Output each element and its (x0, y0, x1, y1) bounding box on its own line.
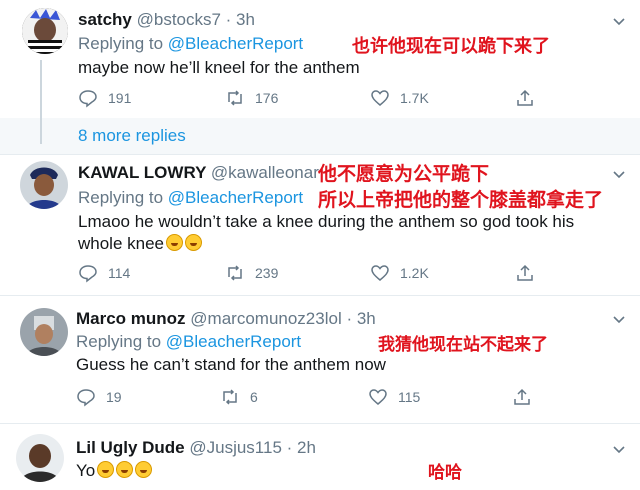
like-icon (369, 389, 387, 405)
avatar[interactable] (20, 308, 68, 356)
share-icon (514, 388, 530, 405)
like-button[interactable]: 1.7K (370, 88, 429, 108)
author-handle[interactable]: @Jusjus115 · 2h (189, 438, 316, 457)
author-handle[interactable]: @bstocks7 · 3h (137, 10, 255, 29)
share-button[interactable] (515, 88, 545, 108)
author-name[interactable]: satchy @bstocks7 · 3h (78, 10, 255, 30)
reply-button[interactable]: 114 (78, 263, 130, 283)
thread-line (40, 60, 42, 144)
tweet-kawal[interactable]: KAWAL LOWRY @kawalleonar 他不愿意为公平跪下 Reply… (0, 155, 640, 295)
more-replies-link[interactable]: 8 more replies (78, 126, 186, 146)
share-icon (517, 264, 533, 281)
reply-icon (79, 265, 97, 283)
mention-link[interactable]: @BleacherReport (168, 34, 303, 53)
avatar[interactable] (22, 8, 68, 54)
share-button[interactable] (512, 387, 542, 407)
tweet-satchy[interactable]: satchy @bstocks7 · 3h Replying to @Bleac… (0, 0, 640, 118)
like-button[interactable]: 1.2K (370, 263, 429, 283)
replying-to: Replying to @BleacherReport (78, 188, 304, 207)
annotation: 我猜他现在站不起来了 (378, 335, 548, 355)
annotation: 也许他现在可以跪下来了 (352, 36, 550, 57)
chevron-down-icon[interactable] (612, 442, 626, 456)
author-name[interactable]: Lil Ugly Dude @Jusjus115 · 2h (76, 438, 316, 458)
retweet-icon (228, 90, 242, 106)
author-name[interactable]: KAWAL LOWRY @kawalleonar (78, 163, 319, 183)
like-button[interactable]: 115 (368, 387, 420, 407)
joy-emoji (135, 461, 153, 478)
mention-link[interactable]: @BleacherReport (166, 332, 301, 351)
like-icon (371, 265, 389, 281)
tweet-text: Guess he can’t stand for the anthem now (76, 355, 386, 374)
avatar[interactable] (16, 434, 64, 482)
author-name[interactable]: Marco munoz @marcomunoz23lol · 3h (76, 309, 376, 329)
annotation: 他不愿意为公平跪下 (318, 163, 490, 185)
annotation: 所以上帝把他的整个膝盖都拿走了 (318, 189, 604, 211)
retweet-icon (223, 389, 237, 405)
joy-emoji (116, 461, 134, 478)
mention-link[interactable]: @BleacherReport (168, 188, 303, 207)
chevron-down-icon[interactable] (612, 14, 626, 28)
retweet-button[interactable]: 176 (225, 88, 278, 108)
tweet-text: Yo (76, 460, 153, 482)
tweet-marco[interactable]: Marco munoz @marcomunoz23lol · 3h Replyi… (0, 296, 640, 420)
tweet-text: Lmaoo he wouldn’t take a knee during the… (78, 212, 575, 253)
replying-to: Replying to @BleacherReport (76, 332, 302, 351)
reply-icon (77, 389, 95, 407)
author-handle[interactable]: @marcomunoz23lol · 3h (190, 309, 375, 328)
joy-emoji (97, 461, 115, 478)
retweet-button[interactable]: 6 (220, 387, 258, 407)
chevron-down-icon[interactable] (612, 167, 626, 181)
reply-button[interactable]: 19 (76, 387, 122, 407)
reply-icon (79, 90, 97, 108)
like-icon (371, 90, 389, 106)
tweet-text: maybe now he’ll kneel for the anthem (78, 58, 360, 77)
retweet-icon (228, 265, 242, 281)
reply-button[interactable]: 191 (78, 88, 131, 108)
more-replies-bar[interactable]: 8 more replies (0, 60, 640, 154)
tweet-lil-ugly-dude[interactable]: Lil Ugly Dude @Jusjus115 · 2h Yo 哈哈 (0, 424, 640, 490)
retweet-button[interactable]: 239 (225, 263, 278, 283)
replying-to: Replying to @BleacherReport (78, 34, 304, 53)
rofl-emoji (166, 234, 184, 251)
avatar[interactable] (20, 161, 68, 209)
annotation: 哈哈 (428, 463, 462, 483)
author-handle[interactable]: @kawalleonar (211, 163, 319, 182)
chevron-down-icon[interactable] (612, 312, 626, 326)
share-button[interactable] (515, 263, 545, 283)
share-icon (517, 89, 533, 106)
rofl-emoji (185, 234, 203, 251)
